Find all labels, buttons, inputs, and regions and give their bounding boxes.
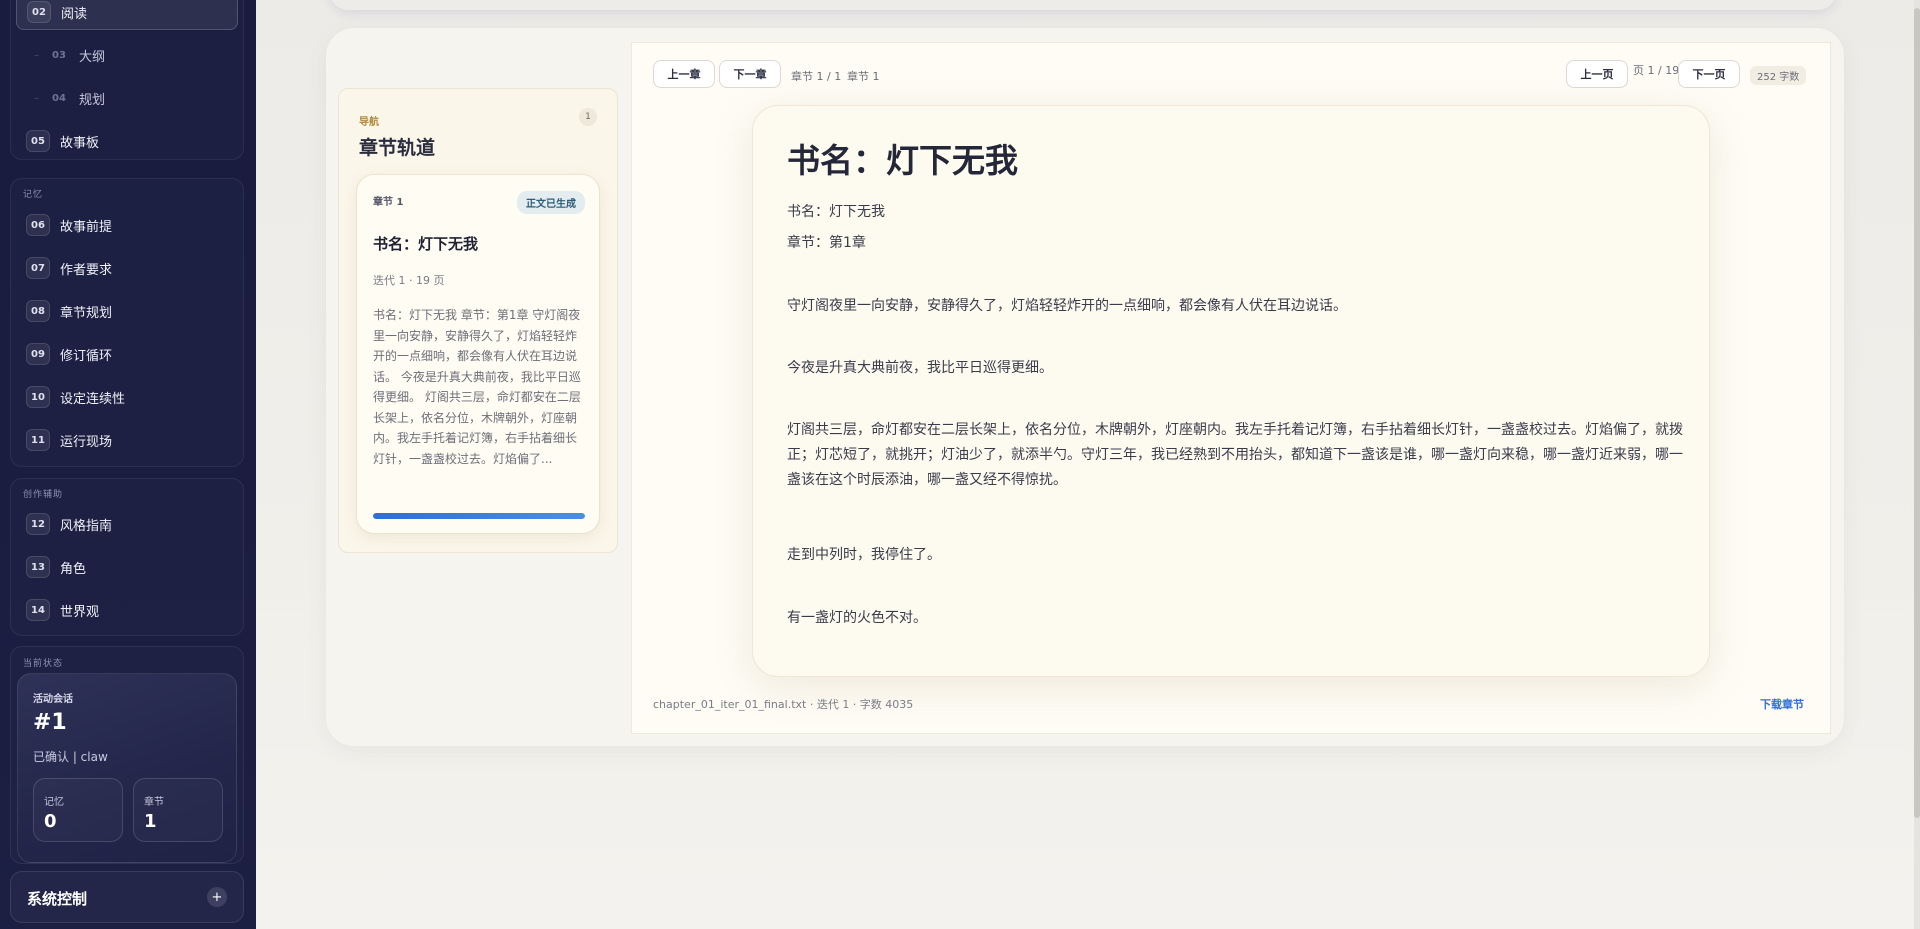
sidebar-item-chapter-planning[interactable]: 08 章节规划 — [16, 294, 242, 328]
group-title-assist: 创作辅助 — [23, 490, 64, 500]
session-label: 活动会话 — [33, 694, 73, 705]
file-info: chapter_01_iter_01_final.txt · 迭代 1 · 字数… — [653, 698, 914, 711]
nav-number: 06 — [26, 214, 50, 236]
chapter-card-number: 章节 1 — [373, 197, 404, 208]
paragraph: 有一盏灯的火色不对。 — [787, 610, 927, 626]
chapter-card-title: 书名：灯下无我 — [373, 235, 479, 253]
sidebar-item-label: 设定连续性 — [60, 391, 126, 407]
sidebar-item-label: 角色 — [60, 561, 87, 577]
memory-stat: 记忆 0 — [33, 778, 123, 842]
nav-number: 12 — [26, 513, 50, 535]
sidebar-item-reading[interactable]: 02 阅读 — [16, 0, 238, 30]
chapter-name: 章节 1 — [847, 70, 880, 83]
sidebar-item-outline[interactable]: – 03 大纲 — [28, 38, 254, 72]
chapter-position: 章节 1 / 1 — [791, 70, 842, 83]
sidebar-item-continuity[interactable]: 10 设定连续性 — [16, 380, 242, 414]
sidebar-item-characters[interactable]: 13 角色 — [16, 550, 242, 584]
memory-stat-value: 0 — [44, 811, 57, 832]
page-title: 书名：灯下无我 — [787, 141, 1018, 180]
reading-page: 书名：灯下无我 书名：灯下无我 章节：第1章 守灯阁夜里一向安静，安静得久了，灯… — [752, 105, 1710, 677]
chapter-stat-label: 章节 — [144, 797, 164, 808]
chapter-progress-bar — [373, 513, 585, 519]
nav-number: 09 — [26, 343, 50, 365]
paragraph: 灯阁共三层，命灯都安在二层长架上，依名分位，木牌朝外，灯座朝内。我左手托着记灯簿… — [787, 422, 1683, 488]
sidebar-item-label: 作者要求 — [60, 262, 113, 278]
sidebar-item-planning[interactable]: – 04 规划 — [28, 81, 254, 115]
paragraph: 书名：灯下无我 — [787, 204, 885, 220]
top-panel-edge — [330, 0, 1836, 10]
sub-item-dash: – — [34, 49, 39, 61]
paragraph: 守灯阁夜里一向安静，安静得久了，灯焰轻轻炸开的一点细响，都会像有人伏在耳边说话。 — [787, 298, 1347, 314]
download-chapter-link[interactable]: 下载章节 — [1760, 696, 1804, 712]
paragraph: 章节：第1章 — [787, 235, 866, 251]
nav-number: 14 — [26, 599, 50, 621]
prev-chapter-button[interactable]: 上一章 — [653, 60, 715, 88]
sub-item-dash: – — [34, 92, 39, 104]
next-chapter-button[interactable]: 下一章 — [719, 60, 781, 88]
sidebar-item-style-guide[interactable]: 12 风格指南 — [16, 507, 242, 541]
group-title-memory: 记忆 — [23, 190, 44, 200]
chapter-stat: 章节 1 — [133, 778, 223, 842]
expand-icon[interactable]: + — [207, 887, 227, 907]
system-control-panel[interactable]: 系统控制 + — [10, 871, 244, 923]
sidebar-item-premise[interactable]: 06 故事前提 — [16, 208, 242, 242]
nav-number: 10 — [26, 386, 50, 408]
word-count-badge: 252 字数 — [1750, 66, 1807, 85]
nav-number: 11 — [26, 429, 50, 451]
page-scrollbar[interactable] — [1914, 0, 1920, 929]
sidebar-item-label: 修订循环 — [60, 348, 113, 364]
session-id: #1 — [33, 710, 67, 735]
nav-number: 13 — [26, 556, 50, 578]
chapter-card-meta: 迭代 1 · 19 页 — [373, 274, 445, 287]
sidebar-item-label: 风格指南 — [60, 518, 113, 534]
sidebar: 02 阅读 – 03 大纲 – 04 规划 05 故事板 记忆 06 故事前提 … — [0, 0, 256, 929]
track-title: 章节轨道 — [359, 137, 436, 159]
system-control-label: 系统控制 — [27, 890, 88, 908]
prev-page-button[interactable]: 上一页 — [1566, 60, 1628, 88]
status-badge: 正文已生成 — [517, 191, 585, 214]
nav-number: 03 — [52, 49, 66, 61]
scrollbar-thumb[interactable] — [1914, 8, 1920, 818]
nav-number: 08 — [26, 300, 50, 322]
sidebar-item-revision-loop[interactable]: 09 修订循环 — [16, 337, 242, 371]
nav-number: 04 — [52, 92, 66, 104]
sidebar-item-label: 章节规划 — [60, 305, 113, 321]
track-count-badge: 1 — [579, 108, 597, 126]
paragraph: 走到中列时，我停住了。 — [787, 547, 941, 563]
sidebar-item-label: 故事板 — [60, 135, 100, 151]
sidebar-item-label: 故事前提 — [60, 219, 113, 235]
sidebar-item-author-requirements[interactable]: 07 作者要求 — [16, 251, 242, 285]
nav-number: 05 — [26, 130, 50, 152]
nav-number: 07 — [26, 257, 50, 279]
sidebar-item-label: 大纲 — [79, 49, 106, 65]
page-indicator: 页 1 / 19 — [1633, 64, 1680, 77]
chapter-card-excerpt: 书名：灯下无我 章节：第1章 守灯阁夜里一向安静，安静得久了，灯焰轻轻炸开的一点… — [373, 308, 581, 466]
chapter-progress-fill — [373, 513, 585, 519]
sidebar-item-label: 阅读 — [61, 6, 88, 22]
sidebar-item-label: 世界观 — [60, 604, 100, 620]
sidebar-item-run-scene[interactable]: 11 运行现场 — [16, 423, 242, 457]
chapter-stat-value: 1 — [144, 811, 157, 832]
sidebar-item-label: 规划 — [79, 92, 106, 108]
memory-stat-label: 记忆 — [44, 797, 64, 808]
session-status-card: 活动会话 #1 已确认 | claw 记忆 0 章节 1 — [17, 673, 237, 863]
sidebar-item-storyboard[interactable]: 05 故事板 — [16, 124, 242, 158]
chapter-card[interactable]: 章节 1 正文已生成 书名：灯下无我 迭代 1 · 19 页 书名：灯下无我 章… — [356, 174, 600, 534]
paragraph: 今夜是升真大典前夜，我比平日巡得更细。 — [787, 360, 1053, 376]
group-title-status: 当前状态 — [23, 659, 64, 669]
next-page-button[interactable]: 下一页 — [1678, 60, 1740, 88]
sidebar-item-worldbuilding[interactable]: 14 世界观 — [16, 593, 242, 627]
sidebar-item-label: 运行现场 — [60, 434, 113, 450]
nav-number: 02 — [27, 1, 51, 23]
track-kicker: 导航 — [359, 117, 379, 128]
session-confirm-text: 已确认 | claw — [33, 750, 108, 764]
